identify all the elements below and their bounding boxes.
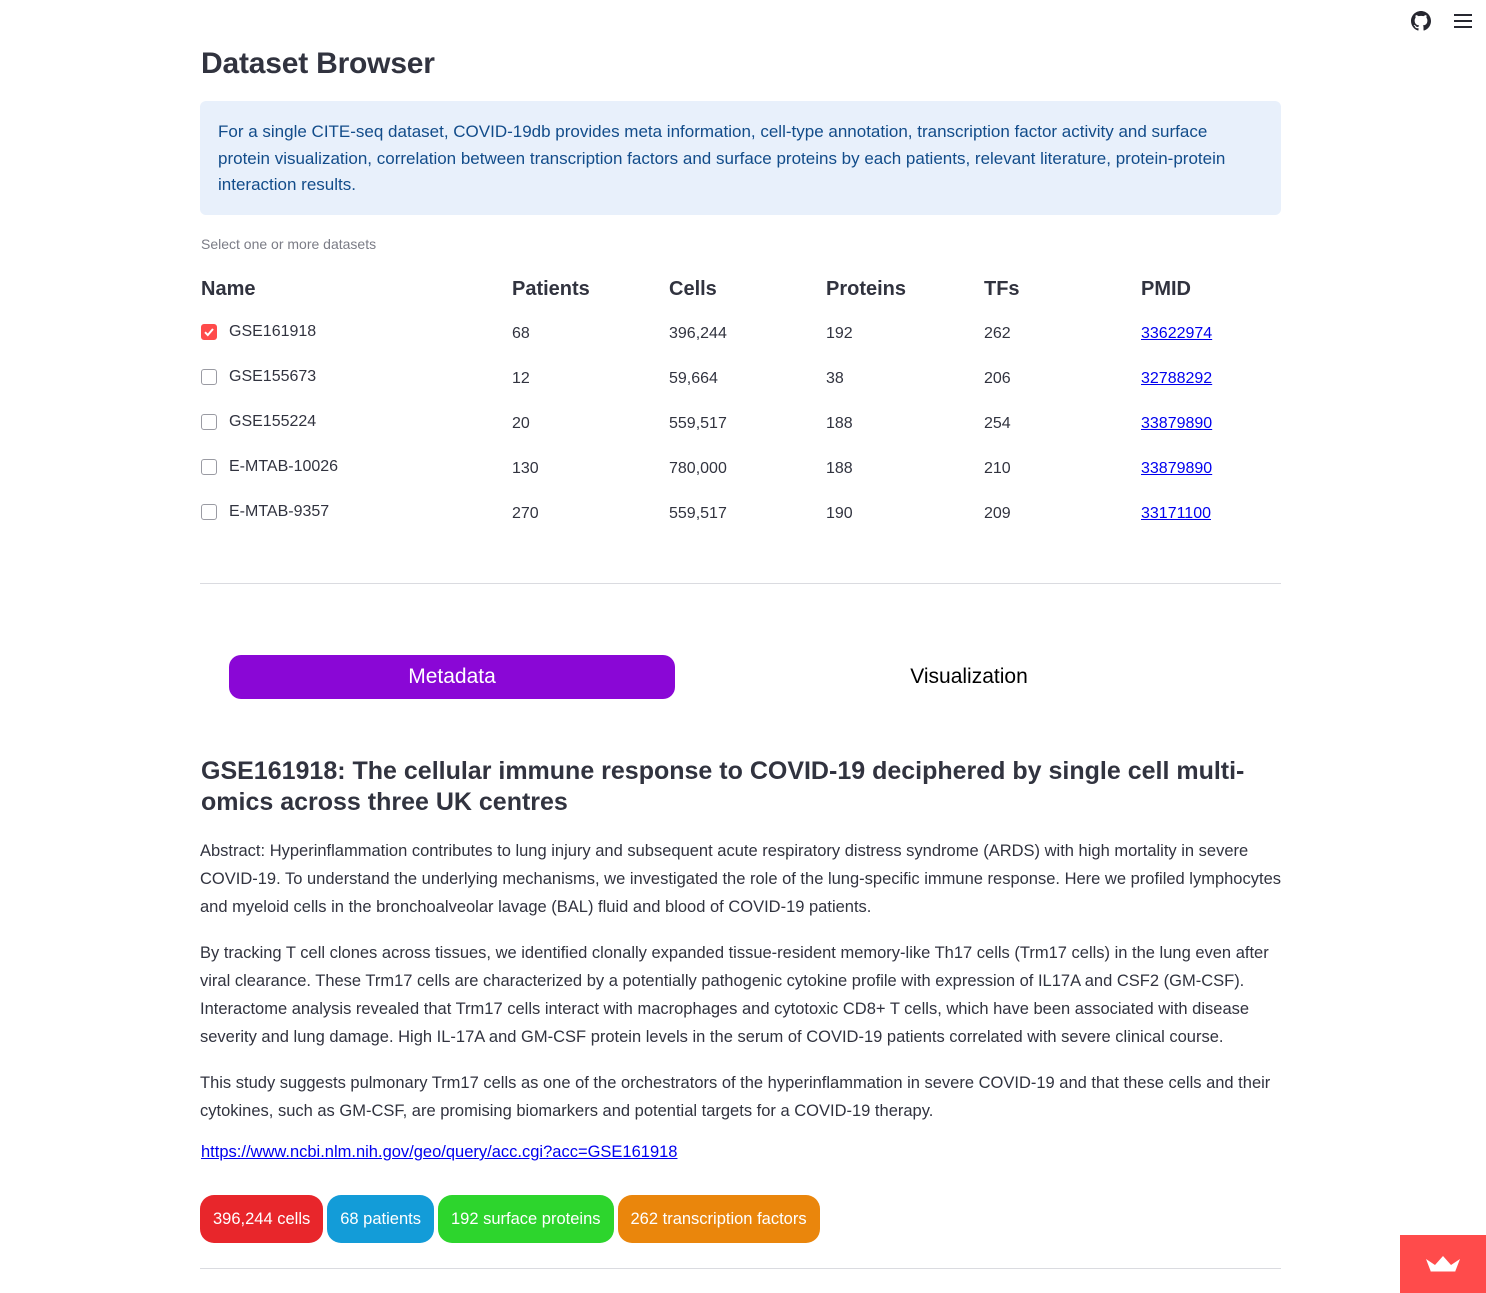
- column-header-pmid: PMID: [1141, 278, 1191, 300]
- cells-value: 396,244: [669, 325, 727, 342]
- pmid-link[interactable]: 33171100: [1141, 505, 1211, 523]
- cells-value: 59,664: [669, 370, 718, 387]
- checkmark-icon: [204, 328, 214, 337]
- dataset-title: GSE161918: The cellular immune response …: [201, 757, 1245, 816]
- github-icon[interactable]: [1410, 10, 1432, 32]
- stats-badges: 396,244 cells 68 patients 192 surface pr…: [200, 1195, 820, 1243]
- select-datasets-label: Select one or more datasets: [201, 236, 377, 252]
- column-header-proteins: Proteins: [826, 278, 907, 300]
- tfs-value: 206: [984, 370, 1011, 387]
- dataset-name: GSE155673: [229, 368, 317, 385]
- dataset-checkbox-row[interactable]: E-MTAB-9357: [201, 503, 329, 521]
- pmid-link[interactable]: 33879890: [1141, 415, 1212, 433]
- tab-bar: Metadata Visualization: [229, 655, 1253, 699]
- patients-badge: 68 patients: [327, 1195, 434, 1243]
- proteins-value: 38: [826, 370, 844, 387]
- tfs-value: 210: [984, 460, 1011, 477]
- column-header-tfs: TFs: [984, 278, 1020, 300]
- tfs-value: 209: [984, 505, 1011, 522]
- divider: [200, 1268, 1281, 1269]
- top-toolbar: [1410, 10, 1474, 32]
- dataset-name: GSE155224: [229, 413, 317, 430]
- abstract-paragraph: This study suggests pulmonary Trm17 cell…: [200, 1074, 1271, 1120]
- column-header-name: Name: [201, 278, 256, 300]
- surface-proteins-badge: 192 surface proteins: [437, 1195, 614, 1243]
- patients-value: 270: [512, 505, 539, 522]
- abstract-paragraph: Abstract: Hyperinflammation contributes …: [200, 842, 1281, 916]
- checkbox-checked[interactable]: [201, 324, 217, 340]
- checkbox-unchecked[interactable]: [201, 414, 217, 430]
- checkbox-unchecked[interactable]: [201, 459, 217, 475]
- cells-value: 559,517: [669, 415, 727, 432]
- tab-metadata[interactable]: Metadata: [229, 655, 675, 699]
- cells-badge: 396,244 cells: [200, 1195, 324, 1243]
- patients-value: 20: [512, 415, 530, 432]
- dataset-checkbox-row[interactable]: E-MTAB-10026: [201, 458, 338, 476]
- column-header-patients: Patients: [512, 278, 590, 300]
- dataset-name: E-MTAB-9357: [229, 503, 330, 520]
- table-row: GSE155673 12 59,664 38 206 32788292: [200, 363, 1281, 408]
- dataset-checkbox-row[interactable]: GSE155224: [201, 413, 316, 431]
- patients-value: 12: [512, 370, 530, 387]
- dataset-table: Name Patients Cells Proteins TFs PMID GS…: [200, 274, 1281, 543]
- dataset-name: E-MTAB-10026: [229, 458, 339, 475]
- proteins-value: 188: [826, 460, 853, 477]
- tab-visualization[interactable]: Visualization: [709, 655, 1229, 699]
- hamburger-menu-icon[interactable]: [1452, 10, 1474, 32]
- checkbox-unchecked[interactable]: [201, 369, 217, 385]
- patients-value: 130: [512, 460, 539, 477]
- proteins-value: 190: [826, 505, 853, 522]
- column-header-cells: Cells: [669, 278, 717, 300]
- cells-value: 780,000: [669, 460, 727, 477]
- info-box: For a single CITE-seq dataset, COVID-19d…: [200, 101, 1281, 215]
- info-text: For a single CITE-seq dataset, COVID-19d…: [218, 122, 1226, 194]
- dataset-checkbox-row[interactable]: GSE161918: [201, 323, 316, 341]
- transcription-factors-badge: 262 transcription factors: [617, 1195, 820, 1243]
- pmid-link[interactable]: 33879890: [1141, 460, 1212, 478]
- tfs-value: 254: [984, 415, 1011, 432]
- divider: [200, 583, 1281, 584]
- abstract-paragraph: By tracking T cell clones across tissues…: [200, 944, 1269, 1046]
- table-row: E-MTAB-9357 270 559,517 190 209 33171100: [200, 498, 1281, 543]
- table-row: GSE161918 68 396,244 192 262 33622974: [200, 318, 1281, 363]
- dataset-name: GSE161918: [229, 323, 317, 340]
- patients-value: 68: [512, 325, 530, 342]
- streamlit-crown-icon[interactable]: [1400, 1235, 1486, 1293]
- checkbox-unchecked[interactable]: [201, 504, 217, 520]
- pmid-link[interactable]: 33622974: [1141, 325, 1212, 343]
- table-header: Name Patients Cells Proteins TFs PMID: [200, 274, 1281, 318]
- proteins-value: 192: [826, 325, 853, 342]
- tfs-value: 262: [984, 325, 1011, 342]
- table-row: GSE155224 20 559,517 188 254 33879890: [200, 408, 1281, 453]
- dataset-checkbox-row[interactable]: GSE155673: [201, 368, 316, 386]
- page-title: Dataset Browser: [201, 47, 435, 80]
- pmid-link[interactable]: 32788292: [1141, 370, 1212, 388]
- geo-link[interactable]: https://www.ncbi.nlm.nih.gov/geo/query/a…: [201, 1143, 677, 1162]
- proteins-value: 188: [826, 415, 853, 432]
- table-row: E-MTAB-10026 130 780,000 188 210 3387989…: [200, 453, 1281, 498]
- cells-value: 559,517: [669, 505, 727, 522]
